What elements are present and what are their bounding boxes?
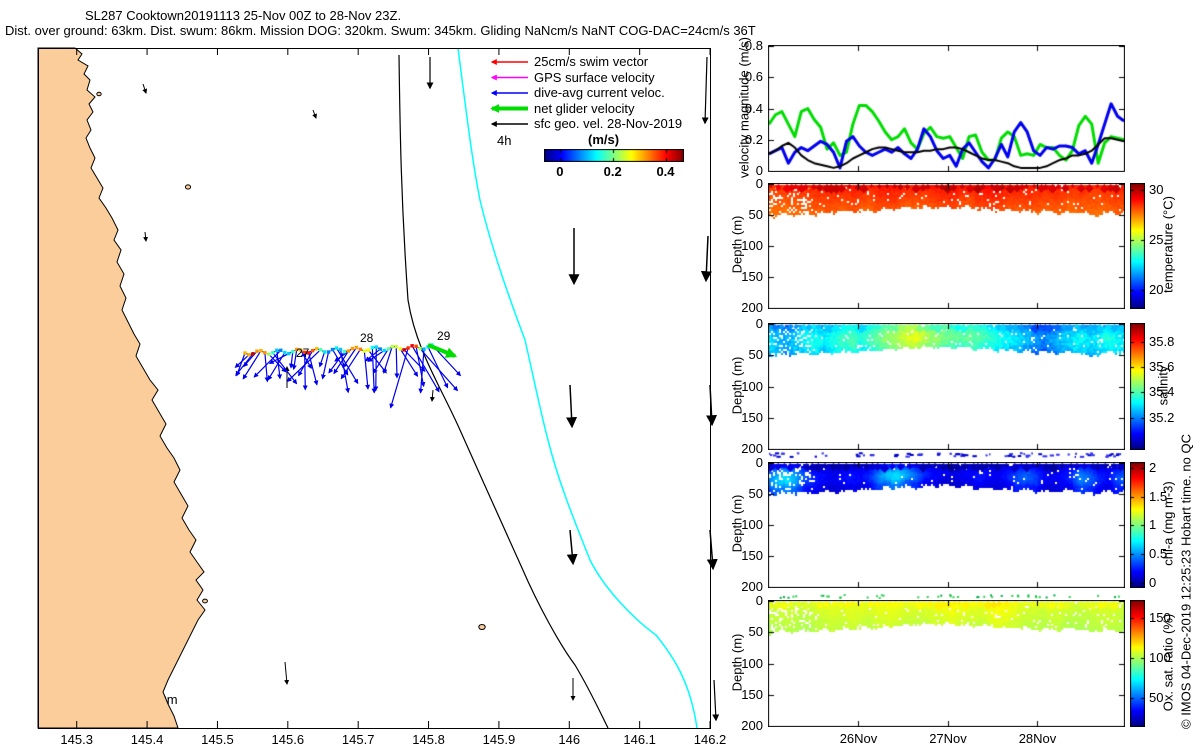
legend-entry-label: net glider velocity: [534, 100, 635, 116]
island: [202, 598, 208, 604]
colorbar-tick-label: 1: [1149, 517, 1157, 533]
map-x-tick-label: 145.9: [482, 732, 516, 747]
colorbar-label: temperature (°C): [1160, 196, 1176, 293]
colorbar-salinity: [1130, 323, 1145, 450]
geo-velocity-arrow: [701, 56, 709, 125]
colorbar-chl-a (mg m-3): [1130, 462, 1145, 588]
depth-ylabel: Depth (m): [729, 633, 745, 691]
legend-entry-label: 25cm/s swim vector: [534, 54, 649, 69]
dive-number-label: 29: [437, 329, 451, 343]
date-tick-label: 28Nov: [1018, 731, 1057, 746]
legend-entry-label: dive-avg current veloc.: [534, 85, 665, 100]
legend-colorbar: [544, 149, 684, 162]
geo-velocity-arrow: [712, 679, 720, 722]
legend-colorbar-tick-label: 0.2: [603, 164, 622, 179]
geo-velocity-arrow: [566, 529, 578, 566]
panel-canvas-3: [768, 462, 1125, 588]
island: [478, 623, 486, 631]
panel-canvas-2: [768, 323, 1125, 450]
qc-markers-salinity: [768, 451, 1125, 459]
colorbar-temperature (°C): [1130, 183, 1145, 309]
geo-velocity-arrow: [312, 109, 317, 119]
legend-entry-label: GPS surface velocity: [534, 69, 655, 85]
map-x-tick-label: 145.6: [271, 732, 305, 747]
map-x-tick-label: 146: [558, 732, 581, 747]
colorbar-label: Ox. sat. ratio (%): [1160, 613, 1176, 711]
panel-canvas-4: [768, 600, 1125, 727]
legend-colorbar-tick-label: 0: [556, 164, 564, 179]
colorbar-label: chl-a (mg m-3): [1160, 481, 1176, 566]
colorbar-Ox. sat. ratio (%): [1130, 600, 1145, 727]
map-x-tick-label: 145.4: [130, 732, 164, 747]
glider-mission-figure: { "title": "SL287 Cooktown20191113 25-No…: [0, 0, 1200, 750]
map-x-tick-label: 146.1: [623, 732, 656, 747]
colorbar-tick-label: 2: [1149, 459, 1157, 475]
panel-canvas-0: [768, 45, 1125, 172]
geo-velocity-arrow: [566, 384, 578, 429]
qc-markers-chl: [768, 592, 1125, 600]
geo-velocity-arrow: [142, 83, 148, 94]
island: [96, 91, 102, 97]
geo-velocity-arrow: [284, 661, 290, 685]
map-x-tick-label: 145.7: [341, 732, 375, 747]
map-x-tick-label: 145.3: [60, 732, 93, 747]
panel-canvas-1: [768, 183, 1125, 309]
map-x-tick-label: 145.8: [412, 732, 445, 747]
map-x-tick-label: 146.2: [693, 732, 727, 747]
date-tick-label: 26Nov: [839, 731, 878, 746]
date-tick-label: 27Nov: [929, 731, 967, 746]
glider-track-dives: [243, 343, 434, 357]
island: [184, 184, 192, 190]
land-polygon: [37, 47, 206, 729]
map-x-tick-label: 145.5: [201, 732, 234, 747]
geo-velocity-arrow: [700, 235, 712, 283]
legend-entry-label: sfc geo. vel. 28-Nov-2019: [534, 116, 683, 131]
dive-number-label: 27: [296, 346, 310, 360]
dive-number-label: 28: [360, 331, 374, 345]
geo-velocity-arrow: [429, 389, 435, 402]
map-y-tick-label: -15.6: [0, 0, 34, 3]
legend-colorbar-tick-label: 0.4: [656, 164, 675, 179]
colorbar-tick-label: 0: [1149, 574, 1157, 590]
colorbar-label: salinity: [1155, 365, 1171, 405]
geo-velocity-arrow: [143, 231, 149, 242]
